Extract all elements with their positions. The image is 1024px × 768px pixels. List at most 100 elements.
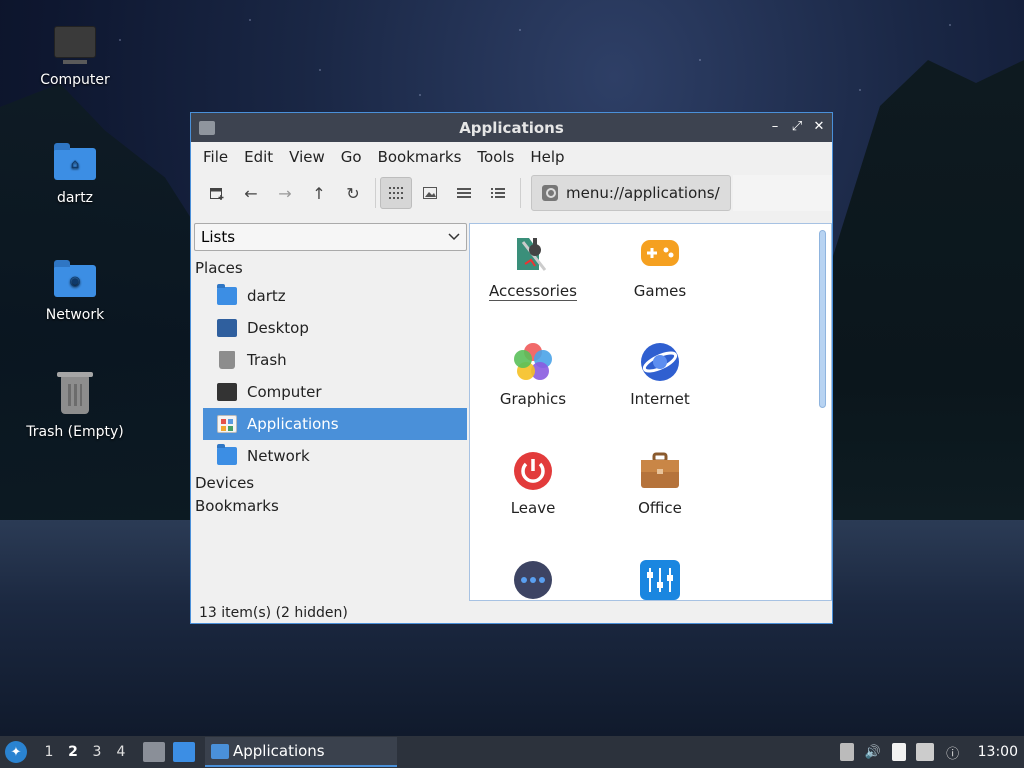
desktop-icon bbox=[217, 319, 237, 337]
window-title: Applications bbox=[459, 118, 564, 137]
compact-list-icon bbox=[457, 188, 471, 198]
trash-icon bbox=[53, 372, 97, 418]
chevron-down-icon bbox=[448, 233, 460, 241]
menu-file[interactable]: File bbox=[195, 148, 236, 166]
image-icon bbox=[423, 187, 437, 199]
desktop-icon-network[interactable]: ◉ Network bbox=[15, 257, 135, 323]
power-icon bbox=[513, 451, 553, 491]
computer-icon bbox=[217, 383, 237, 401]
clock[interactable]: 13:00 bbox=[978, 744, 1018, 760]
item-label: Accessories bbox=[489, 282, 577, 301]
item-leave[interactable]: Leave bbox=[470, 451, 596, 517]
item-accessories[interactable]: Accessories bbox=[470, 234, 596, 301]
more-icon bbox=[513, 560, 553, 600]
thumbnail-view-button[interactable] bbox=[414, 177, 446, 209]
games-icon bbox=[640, 234, 680, 274]
notification-icon[interactable]: ⓘ bbox=[944, 743, 962, 762]
item-label: Internet bbox=[630, 390, 690, 408]
menu-bookmarks[interactable]: Bookmarks bbox=[370, 148, 470, 166]
workspace-3[interactable]: 3 bbox=[85, 744, 109, 760]
minimize-button[interactable]: – bbox=[768, 119, 782, 135]
scrollbar-thumb[interactable] bbox=[819, 230, 826, 408]
desktop-icon-computer[interactable]: Computer bbox=[15, 22, 135, 88]
item-label: Office bbox=[638, 499, 682, 517]
toolbar-separator bbox=[520, 178, 521, 208]
devices-header[interactable]: Devices bbox=[193, 472, 467, 495]
menu-view[interactable]: View bbox=[281, 148, 333, 166]
accessories-icon bbox=[513, 234, 553, 274]
places-header[interactable]: Places bbox=[193, 257, 467, 280]
side-pane-mode-value: Lists bbox=[201, 228, 236, 246]
maximize-button[interactable]: ⤢ bbox=[790, 119, 804, 135]
item-graphics[interactable]: Graphics bbox=[470, 342, 596, 408]
close-button[interactable]: ✕ bbox=[812, 119, 826, 135]
menubar: File Edit View Go Bookmarks Tools Help bbox=[191, 142, 832, 172]
detailed-view-button[interactable] bbox=[482, 177, 514, 209]
icon-view-button[interactable] bbox=[380, 177, 412, 209]
clipboard-icon[interactable] bbox=[891, 743, 906, 761]
place-computer[interactable]: Computer bbox=[203, 376, 467, 408]
forward-button[interactable]: → bbox=[269, 177, 301, 209]
menu-go[interactable]: Go bbox=[333, 148, 370, 166]
place-label: dartz bbox=[247, 287, 286, 305]
path-button[interactable]: menu://applications/ bbox=[531, 175, 731, 211]
menu-help[interactable]: Help bbox=[522, 148, 572, 166]
network-icon[interactable] bbox=[915, 743, 934, 761]
network-folder-icon bbox=[217, 444, 237, 465]
briefcase-icon bbox=[640, 451, 680, 491]
window-titlebar[interactable]: Applications – ⤢ ✕ bbox=[191, 113, 832, 142]
bookmarks-header[interactable]: Bookmarks bbox=[193, 495, 467, 518]
start-menu-button[interactable]: ✦ bbox=[5, 741, 27, 763]
graphics-icon bbox=[513, 342, 553, 382]
workspace-4[interactable]: 4 bbox=[109, 744, 133, 760]
desktop-icon-label: Network bbox=[45, 307, 105, 323]
network-folder-icon: ◉ bbox=[53, 257, 97, 301]
desktop-icon-label: dartz bbox=[56, 190, 94, 206]
place-applications[interactable]: Applications bbox=[203, 408, 467, 440]
item-games[interactable]: Games bbox=[597, 234, 723, 300]
folder-view: Accessories Games Graphics Internet Leav… bbox=[469, 223, 832, 601]
workspace-1[interactable]: 1 bbox=[37, 744, 61, 760]
place-label: Applications bbox=[247, 415, 339, 433]
place-desktop[interactable]: Desktop bbox=[203, 312, 467, 344]
new-tab-button[interactable] bbox=[201, 177, 233, 209]
toolbar: ← → ↑ ↻ menu://applications/ bbox=[191, 172, 832, 214]
place-network[interactable]: Network bbox=[203, 440, 467, 472]
up-button[interactable]: ↑ bbox=[303, 177, 335, 209]
taskbar-task-applications[interactable]: Applications bbox=[205, 737, 397, 767]
path-bar-area[interactable] bbox=[732, 175, 832, 211]
task-label: Applications bbox=[233, 742, 325, 760]
place-trash[interactable]: Trash bbox=[203, 344, 467, 376]
compact-view-button[interactable] bbox=[448, 177, 480, 209]
menu-edit[interactable]: Edit bbox=[236, 148, 281, 166]
item-other[interactable] bbox=[470, 560, 596, 600]
show-desktop-icon[interactable] bbox=[173, 742, 195, 762]
location-icon bbox=[542, 185, 558, 201]
status-bar: 13 item(s) (2 hidden) bbox=[199, 605, 348, 621]
side-pane-mode-select[interactable]: Lists bbox=[194, 223, 467, 251]
workspace-2[interactable]: 2 bbox=[61, 744, 85, 760]
volume-icon[interactable]: 🔊 bbox=[864, 743, 882, 761]
item-office[interactable]: Office bbox=[597, 451, 723, 517]
arrow-left-icon: ← bbox=[244, 183, 258, 203]
arrow-up-icon: ↑ bbox=[312, 183, 326, 203]
tray-arrow-icon[interactable] bbox=[839, 743, 854, 761]
detailed-list-icon bbox=[491, 188, 505, 198]
desktop-icon-trash[interactable]: Trash (Empty) bbox=[15, 372, 135, 440]
folder-icon bbox=[211, 743, 229, 759]
place-label: Computer bbox=[247, 383, 322, 401]
item-label: Games bbox=[633, 282, 687, 300]
item-internet[interactable]: Internet bbox=[597, 342, 723, 408]
side-pane: Lists Places dartz Desktop Trash Compute… bbox=[193, 223, 467, 601]
reload-button[interactable]: ↻ bbox=[337, 177, 369, 209]
arrow-right-icon: → bbox=[278, 183, 292, 203]
item-settings[interactable] bbox=[597, 560, 723, 600]
settings-sliders-icon bbox=[640, 560, 680, 600]
taskbar: ✦ 1 2 3 4 Applications 🔊 ⓘ 13:00 bbox=[0, 736, 1024, 768]
menu-tools[interactable]: Tools bbox=[469, 148, 522, 166]
back-button[interactable]: ← bbox=[235, 177, 267, 209]
path-label: menu://applications/ bbox=[566, 184, 720, 202]
desktop-icon-dartz[interactable]: ⌂ dartz bbox=[15, 140, 135, 206]
place-dartz[interactable]: dartz bbox=[203, 280, 467, 312]
file-manager-launcher-icon[interactable] bbox=[143, 742, 165, 762]
